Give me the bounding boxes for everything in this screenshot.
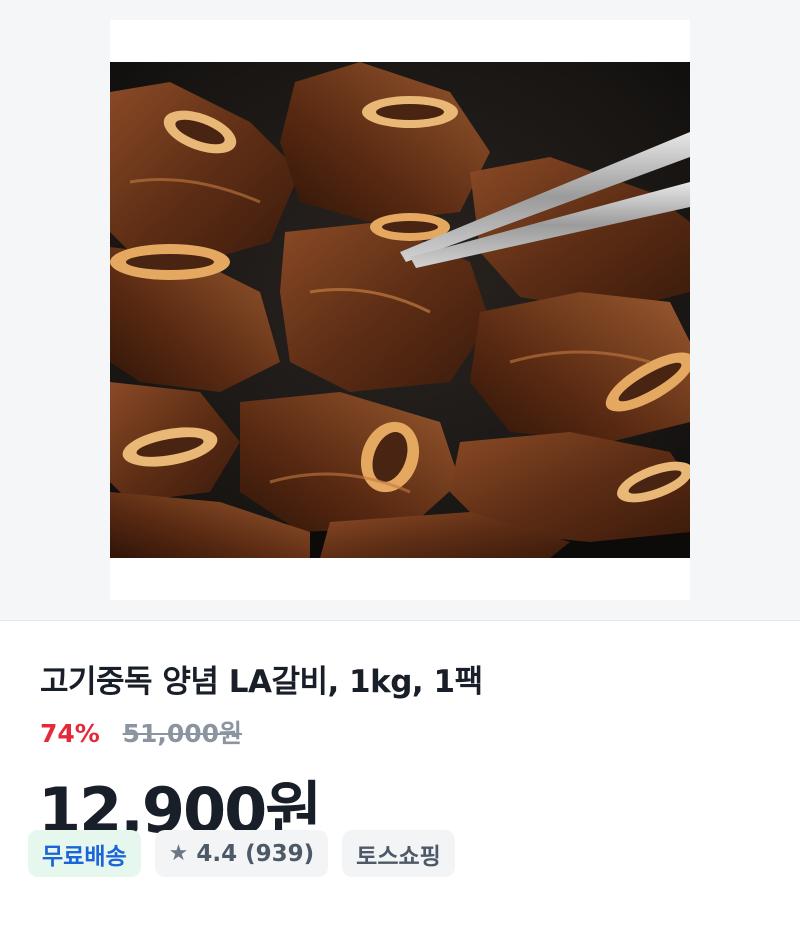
discount-rate: 74%: [40, 719, 100, 748]
product-title: 고기중독 양념 LA갈비, 1kg, 1팩: [40, 664, 483, 700]
rating-chip[interactable]: ★ 4.4 (939): [154, 830, 329, 877]
info-chips: 무료배송 ★ 4.4 (939) 토스쇼핑: [28, 830, 455, 877]
rating-text: 4.4 (939): [196, 840, 315, 867]
product-image-area: [0, 0, 800, 620]
star-icon: ★: [168, 841, 189, 866]
store-chip[interactable]: 토스쇼핑: [342, 830, 455, 877]
product-image[interactable]: [110, 62, 690, 558]
section-divider: [0, 620, 800, 621]
original-price: 51,000원: [122, 719, 243, 748]
free-shipping-badge: 무료배송: [28, 830, 141, 877]
discount-row: 74% 51,000원: [40, 714, 242, 750]
galbi-photo: [110, 62, 690, 558]
